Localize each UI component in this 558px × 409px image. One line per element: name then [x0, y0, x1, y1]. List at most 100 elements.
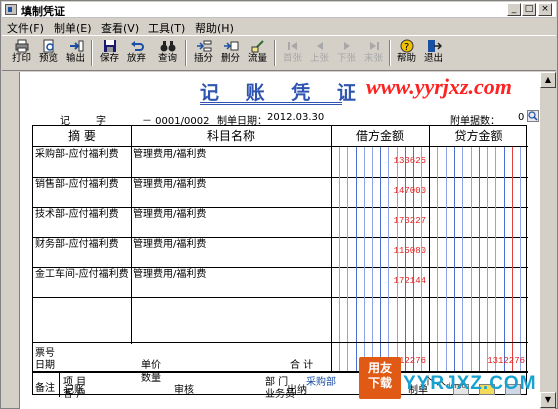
subject-cell[interactable]: 管理费用/福利费 — [133, 209, 206, 221]
preview-label: 预览 — [38, 53, 58, 64]
subject-cell[interactable]: 管理费用/福利费 — [133, 179, 206, 191]
digit-column-line — [445, 147, 447, 372]
scroll-up-icon[interactable]: ▲ — [540, 72, 556, 88]
last-icon — [366, 39, 382, 53]
app-icon — [5, 4, 17, 15]
summary-cell[interactable]: 采购部-应付福利费 — [35, 149, 129, 161]
last-voucher-button[interactable]: 末张 — [361, 38, 386, 68]
export-icon — [68, 39, 84, 53]
toolbar-separator — [185, 40, 187, 66]
minimize-button[interactable]: _ — [507, 3, 521, 16]
subject-cell[interactable]: 管理费用/福利费 — [133, 269, 206, 281]
exit-icon — [426, 39, 442, 53]
attachments-field[interactable]: 0 — [518, 112, 524, 123]
summary-cell[interactable]: 财务部-应付福利费 — [35, 239, 129, 251]
digit-column-line — [388, 147, 390, 372]
first-voucher-button[interactable]: 首张 — [280, 38, 305, 68]
prev-voucher-label: 上张 — [309, 53, 329, 64]
total-label: 合 计 — [290, 360, 314, 371]
digit-column-line — [470, 147, 472, 372]
print-label: 打印 — [11, 53, 31, 64]
site-watermark: www.yyrjxz.com — [366, 74, 512, 99]
header-credit: 贷方金额 — [429, 126, 528, 147]
summary-cell[interactable]: 技术部-应付福利费 — [35, 209, 129, 221]
printer-icon — [14, 39, 30, 53]
delete-row-icon — [223, 39, 239, 53]
digit-column-line — [478, 147, 480, 372]
menu-voucher[interactable]: 制单(E) — [54, 20, 92, 36]
window-title: 填制凭证 — [21, 5, 65, 18]
next-voucher-label: 下张 — [336, 53, 356, 64]
menu-view[interactable]: 查看(V) — [101, 20, 139, 36]
digit-column-line — [512, 147, 513, 372]
query-button[interactable]: 查询 — [155, 38, 180, 68]
total-credit: 1312276 — [487, 356, 525, 366]
preview-icon — [41, 39, 57, 53]
cashflow-label: 流量 — [247, 53, 267, 64]
insert-entry-button[interactable]: 插分 — [191, 38, 216, 68]
digit-column-line — [462, 147, 464, 372]
discard-label: 放弃 — [126, 53, 146, 64]
voucher-title: 记 账 凭 证 — [200, 82, 366, 104]
prev-icon — [312, 39, 328, 53]
footer-cashier: 出纳 — [287, 385, 307, 396]
digit-column-line — [437, 147, 439, 372]
digit-column-line — [380, 147, 382, 372]
scroll-down-icon[interactable]: ▼ — [540, 392, 556, 408]
attachments-lookup-icon[interactable] — [527, 110, 539, 122]
title-underline — [200, 102, 342, 103]
close-button[interactable]: × — [538, 3, 552, 16]
toolbar-separator — [389, 40, 391, 66]
insert-entry-label: 插分 — [193, 53, 213, 64]
digit-column-line — [347, 147, 349, 372]
digit-column-line — [355, 147, 357, 372]
menu-tools[interactable]: 工具(T) — [148, 20, 185, 36]
first-icon — [285, 39, 301, 53]
export-label: 输出 — [65, 53, 85, 64]
toolbar-separator — [91, 40, 93, 66]
preview-button[interactable]: 预览 — [36, 38, 61, 68]
save-label: 保存 — [99, 53, 119, 64]
header-summary: 摘 要 — [33, 126, 131, 147]
toolbar-separator — [274, 40, 276, 66]
vertical-scrollbar[interactable]: ▲ ▼ — [539, 72, 556, 409]
date-field[interactable]: 2012.03.30 — [267, 112, 324, 123]
help-icon: ? — [399, 39, 415, 53]
digit-column-line — [404, 147, 406, 372]
undo-icon — [129, 39, 145, 53]
delete-entry-button[interactable]: 删分 — [218, 38, 243, 68]
exit-label: 退出 — [423, 53, 443, 64]
insert-row-icon — [196, 39, 212, 53]
title-underline — [200, 104, 342, 105]
digit-column-line — [372, 147, 373, 372]
export-button[interactable]: 输出 — [63, 38, 88, 68]
header-debit: 借方金额 — [331, 126, 429, 147]
digit-column-line — [363, 147, 365, 372]
svg-text:?: ? — [404, 42, 409, 53]
save-button[interactable]: 保存 — [97, 38, 122, 68]
digit-column-line — [487, 147, 489, 372]
help-button[interactable]: ? 帮助 — [394, 38, 419, 68]
binoculars-icon — [160, 39, 176, 53]
subject-cell[interactable]: 管理费用/福利费 — [133, 239, 206, 251]
digit-column-line — [495, 147, 497, 372]
menu-file[interactable]: 文件(F) — [7, 20, 44, 36]
voucher-window: 填制凭证 _ □ × 文件(F) 制单(E) 查看(V) 工具(T) 帮助(H)… — [0, 0, 558, 409]
subject-cell[interactable]: 管理费用/福利费 — [133, 149, 206, 161]
summary-cell[interactable]: 金工车间-应付福利费 — [35, 269, 129, 281]
prev-voucher-button[interactable]: 上张 — [307, 38, 332, 68]
summary-cell[interactable]: 销售部-应付福利费 — [35, 179, 129, 191]
save-icon — [102, 39, 118, 53]
next-voucher-button[interactable]: 下张 — [334, 38, 359, 68]
maximize-button[interactable]: □ — [522, 3, 536, 16]
footer-reviewer: 审核 — [174, 385, 194, 396]
query-label: 查询 — [157, 53, 177, 64]
logo-line2: 下载 — [367, 376, 392, 390]
print-button[interactable]: 打印 — [9, 38, 34, 68]
menu-help[interactable]: 帮助(H) — [195, 20, 234, 36]
cashflow-button[interactable]: 流量 — [245, 38, 270, 68]
exit-button[interactable]: 退出 — [421, 38, 446, 68]
discard-button[interactable]: 放弃 — [124, 38, 149, 68]
digit-column-line — [413, 147, 414, 372]
site-logo: 用友 下载 — [359, 357, 401, 399]
